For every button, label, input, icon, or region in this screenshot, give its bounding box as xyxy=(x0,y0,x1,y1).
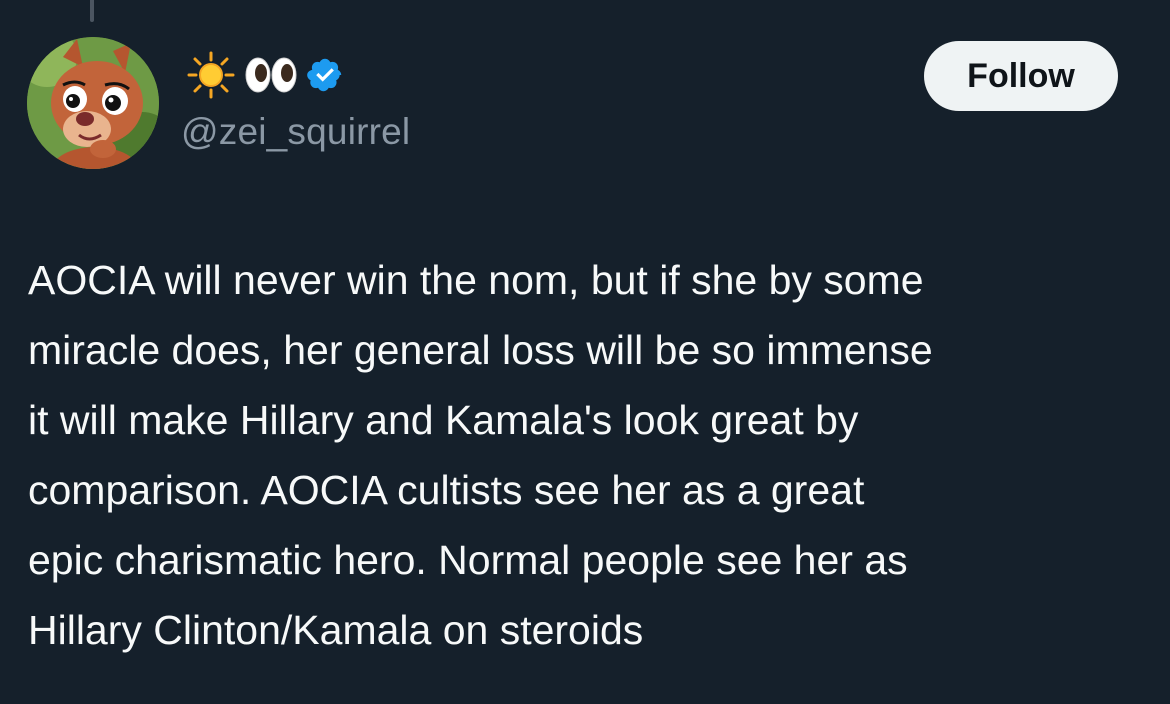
tweet-text-line: epic charismatic hero. Normal people see… xyxy=(28,537,908,583)
tweet-text: AOCIA will never win the nom, but if she… xyxy=(28,245,1153,665)
verified-badge-icon[interactable] xyxy=(306,56,344,94)
tweet-text-line: Hillary Clinton/Kamala on steroids xyxy=(28,607,644,653)
squirrel-avatar-icon xyxy=(27,37,159,169)
tweet-text-line: it will make Hillary and Kamala's look g… xyxy=(28,397,859,443)
tweet-text-line: AOCIA will never win the nom, but if she… xyxy=(28,257,924,303)
follow-button[interactable]: Follow xyxy=(924,41,1118,111)
thread-connector-line xyxy=(90,0,94,22)
sun-icon xyxy=(186,50,236,100)
tweet-text-line: miracle does, her general loss will be s… xyxy=(28,327,933,373)
eyes-icon xyxy=(242,55,300,95)
user-handle[interactable]: @zei_squirrel xyxy=(181,111,410,153)
tweet-text-line: comparison. AOCIA cultists see her as a … xyxy=(28,467,865,513)
display-name[interactable] xyxy=(186,50,344,100)
avatar[interactable] xyxy=(27,37,159,169)
